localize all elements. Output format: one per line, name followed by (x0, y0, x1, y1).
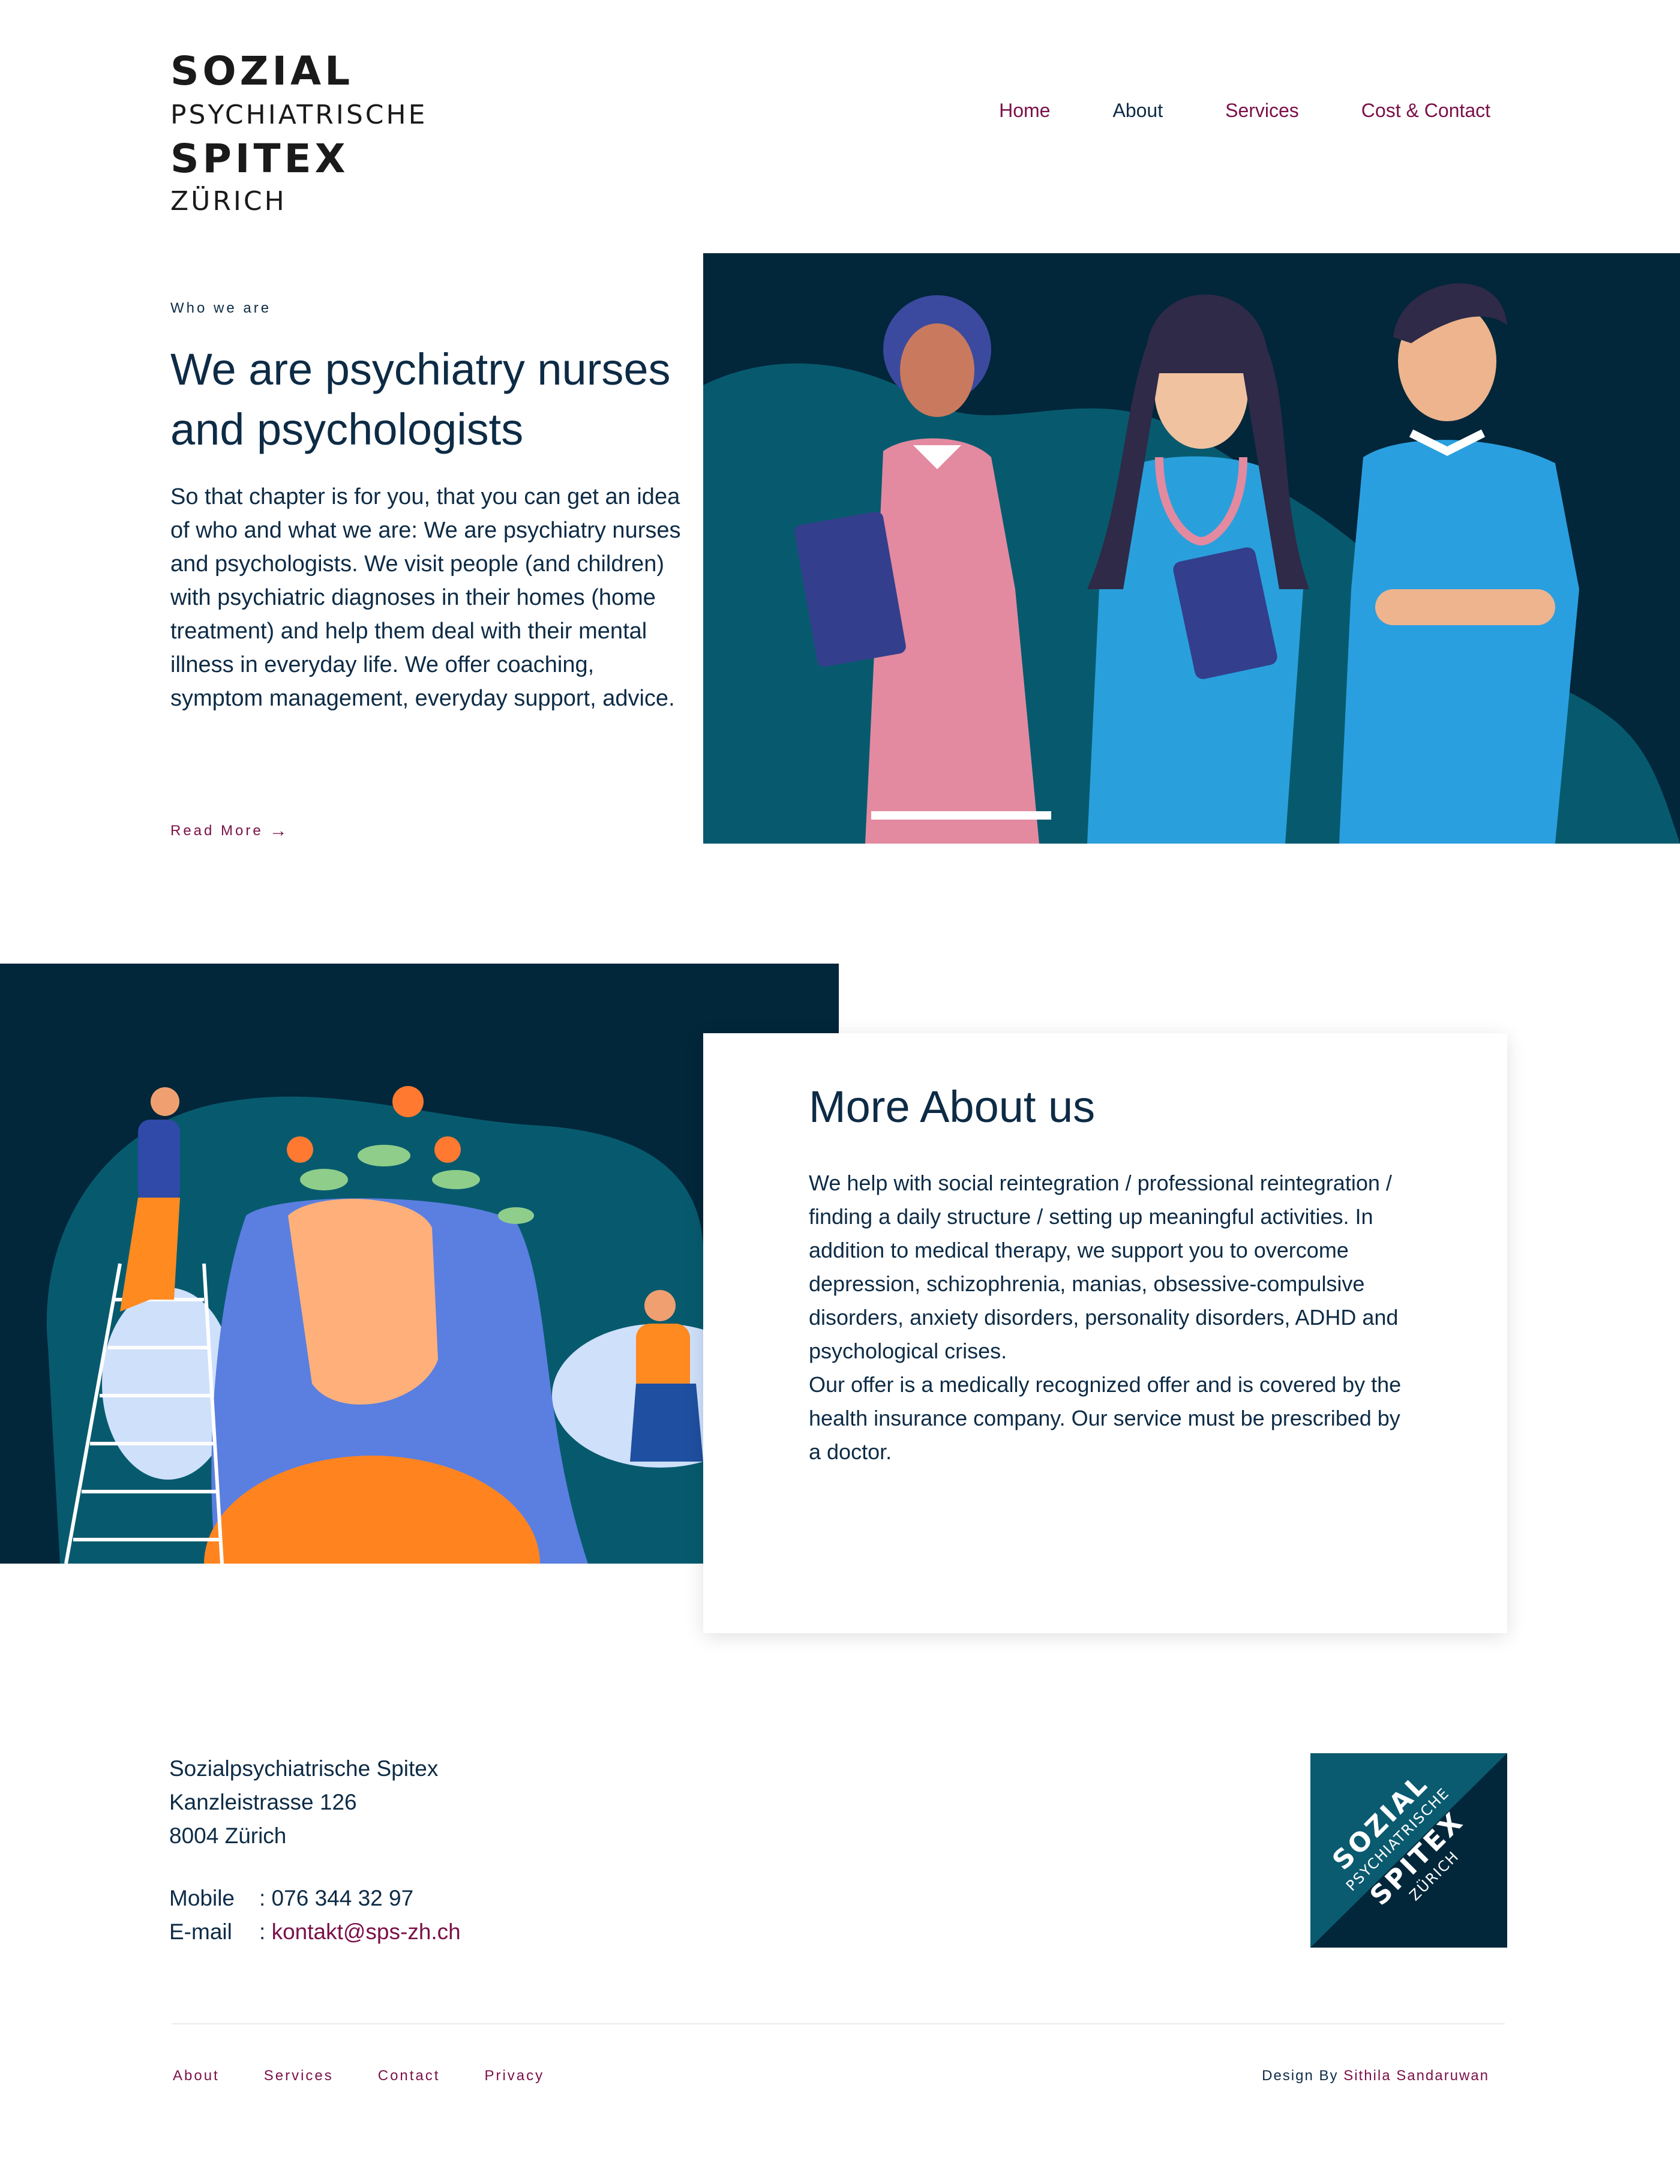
email-label: E-mail (169, 1919, 232, 1944)
about-card: More About us We help with social reinte… (703, 1033, 1507, 1633)
address-line-name: Sozialpsychiatrische Spitex (169, 1756, 439, 1781)
hero-eyebrow: Who we are (170, 300, 272, 316)
logo-line-sozial: SOZIAL (170, 48, 354, 94)
read-more-label: Read More (170, 823, 263, 839)
about-text: We help with social reintegration / prof… (809, 1166, 1409, 1469)
site-logo[interactable]: SOZIAL PSYCHIATRISCHE SPITEX ZÜRICH (170, 52, 446, 215)
mobile-value: : 076 344 32 97 (259, 1886, 414, 1910)
nurses-illustration (703, 253, 1680, 844)
arrow-right-icon: → (269, 821, 290, 841)
address-line-city: 8004 Zürich (169, 1823, 287, 1848)
footer-divider (172, 2023, 1505, 2024)
email-link[interactable]: kontakt@sps-zh.ch (272, 1919, 461, 1944)
footer-link-about[interactable]: About (173, 2068, 220, 2084)
hero-title: We are psychiatry nurses and psychologis… (170, 344, 671, 454)
credit-designer-link[interactable]: Sithila Sandaruwan (1343, 2068, 1489, 2084)
address-line-street: Kanzleistrasse 126 (169, 1790, 357, 1814)
footer-link-services[interactable]: Services (264, 2068, 334, 2084)
footer-address: Sozialpsychiatrische Spitex Kanzleistras… (169, 1752, 438, 1853)
mobile-label: Mobile (169, 1886, 235, 1910)
logo-line-psychiatrische: PSYCHIATRISCHE (170, 100, 428, 130)
about-title: More About us (809, 1082, 1096, 1132)
mobile-row: Mobile : 076 344 32 97 (169, 1882, 461, 1915)
about-paragraph-1: We help with social reintegration / prof… (809, 1171, 1399, 1363)
nav-about[interactable]: About (1112, 100, 1163, 122)
nav-cost-contact[interactable]: Cost & Contact (1361, 100, 1490, 122)
main-nav: Home About Services Cost & Contact (937, 100, 1490, 122)
credit-prefix: Design By (1262, 2068, 1344, 2084)
about-paragraph-2: Our offer is a medically recognized offe… (809, 1372, 1402, 1464)
email-separator: : (259, 1919, 272, 1944)
logo-line-spitex: SPITEX (170, 136, 349, 182)
design-credit: Design By Sithila Sandaruwan (1262, 2068, 1489, 2084)
email-row: E-mail: kontakt@sps-zh.ch (169, 1915, 461, 1949)
footer-logo-badge: SOZIAL PSYCHIATRISCHE SPITEX ZÜRICH (1310, 1753, 1507, 1948)
read-more-link[interactable]: Read More → (170, 821, 290, 841)
nav-services[interactable]: Services (1225, 100, 1299, 122)
footer-contact: Mobile : 076 344 32 97 E-mail: kontakt@sp… (169, 1882, 461, 1949)
footer-link-contact[interactable]: Contact (378, 2068, 440, 2084)
nav-home[interactable]: Home (999, 100, 1050, 122)
footer-link-privacy[interactable]: Privacy (484, 2068, 544, 2084)
footer-nav: About Services Contact Privacy (173, 2068, 589, 2084)
hero-text: So that chapter is for you, that you can… (170, 484, 681, 711)
logo-line-zurich: ZÜRICH (170, 186, 287, 217)
